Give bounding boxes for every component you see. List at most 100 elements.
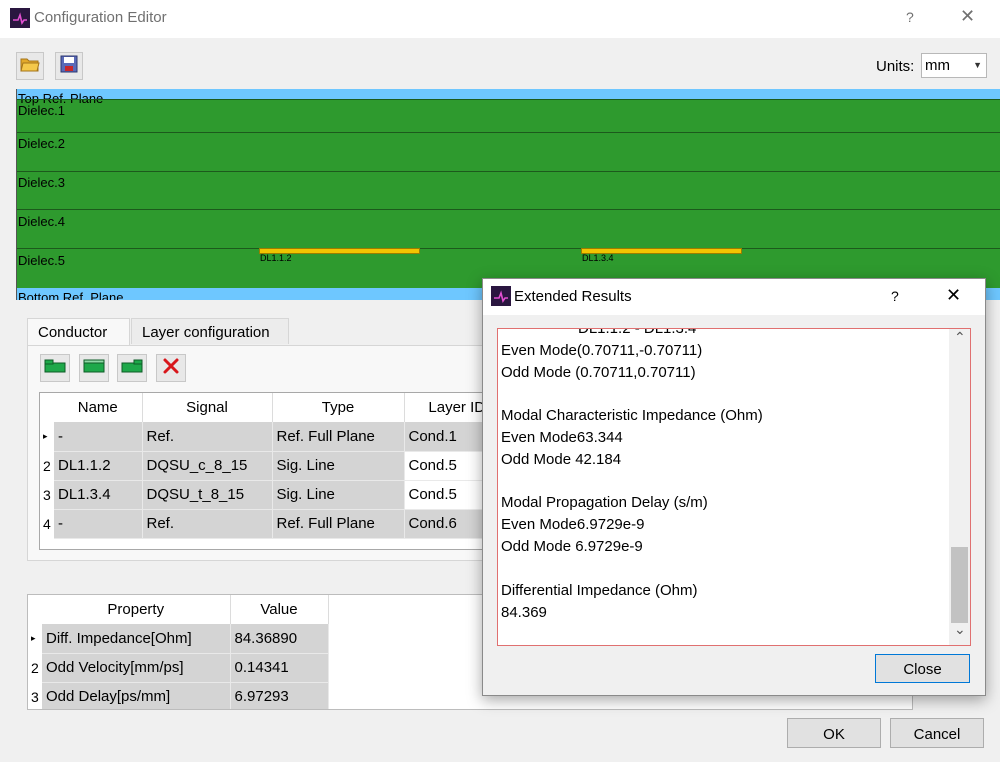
table-row[interactable]: ▸ Diff. Impedance[Ohm] 84.36890 [28, 624, 329, 654]
add-layer-icon [44, 359, 66, 378]
corner-header [28, 595, 42, 624]
result-line: Modal Characteristic Impedance (Ohm) [501, 407, 763, 424]
cell-value[interactable]: 6.97293 [230, 682, 329, 709]
table-row[interactable]: ▸ - Ref. Ref. Full Plane Cond.1 [40, 422, 508, 452]
cell-type[interactable]: Sig. Line [272, 480, 405, 510]
result-line: Odd Mode 42.184 [501, 451, 622, 468]
save-icon [60, 55, 78, 78]
vertical-scrollbar[interactable]: ⌃ ⌄ [949, 329, 970, 645]
cell-property[interactable]: Diff. Impedance[Ohm] [42, 624, 231, 654]
column-header-signal[interactable]: Signal [142, 393, 273, 422]
extended-results-dialog: Extended Results ? ✕ DL1.1.2 - DL1.3.4 E… [482, 278, 986, 696]
column-header-type[interactable]: Type [272, 393, 405, 422]
cell-property[interactable]: Odd Delay[ps/mm] [42, 682, 231, 709]
result-line: Even Mode63.344 [501, 429, 623, 446]
conductor-table: Name Signal Type Layer ID ▸ - Ref. Ref. … [39, 392, 509, 550]
layer-label-dielec-2: Dielec.2 [18, 136, 65, 151]
open-file-button[interactable] [16, 52, 44, 80]
result-line: Even Mode(0.70711,-0.70711) [501, 342, 703, 359]
row-marker: ▸ [40, 422, 54, 451]
column-header-property[interactable]: Property [42, 595, 231, 624]
folder-open-icon [20, 55, 40, 78]
table-row[interactable]: 2 Odd Velocity[mm/ps] 0.14341 [28, 653, 329, 683]
units-select[interactable]: mm ▼ [921, 53, 987, 78]
dialog-close-x-button[interactable]: ✕ [946, 285, 961, 306]
cell-property[interactable]: Odd Velocity[mm/ps] [42, 653, 231, 683]
cell-name[interactable]: DL1.1.2 [54, 451, 143, 481]
scroll-down-icon[interactable]: ⌄ [954, 621, 966, 638]
title-bar: Configuration Editor ? ✕ [0, 0, 1000, 38]
result-line-cut: DL1.1.2 - DL1.3.4 [578, 328, 697, 337]
result-line: 84.369 [501, 604, 547, 621]
cell-type[interactable]: Ref. Full Plane [272, 509, 405, 539]
cell-name[interactable]: - [54, 422, 143, 452]
results-text-area[interactable]: DL1.1.2 - DL1.3.4 Even Mode(0.70711,-0.7… [497, 328, 971, 646]
tab-conductor[interactable]: Conductor [27, 318, 130, 345]
layer-label-dielec-1: Dielec.1 [18, 103, 65, 118]
result-line: Odd Mode 6.9729e-9 [501, 538, 643, 555]
cell-signal[interactable]: DQSU_t_8_15 [142, 480, 273, 510]
corner-header [40, 393, 54, 422]
column-header-name[interactable]: Name [54, 393, 143, 422]
save-file-button[interactable] [55, 52, 83, 80]
delete-x-icon [162, 357, 180, 380]
cell-value[interactable]: 84.36890 [230, 624, 329, 654]
units-label: Units: [876, 58, 915, 75]
column-header-value[interactable]: Value [230, 595, 329, 624]
row-marker: 3 [40, 480, 54, 509]
cell-value[interactable]: 0.14341 [230, 653, 329, 683]
row-marker: 4 [40, 509, 54, 538]
row-marker: 2 [28, 653, 42, 682]
row-marker: 2 [40, 451, 54, 480]
window-title: Configuration Editor [34, 9, 167, 26]
trace-label-dl1-1-2: DL1.1.2 [260, 253, 292, 263]
dialog-close-button[interactable]: Close [875, 654, 970, 683]
layer-divider [17, 132, 1000, 133]
table-row[interactable]: 4 - Ref. Ref. Full Plane Cond.6 [40, 509, 508, 539]
layer-label-dielec-3: Dielec.3 [18, 175, 65, 190]
layer-label-dielec-5: Dielec.5 [18, 253, 65, 268]
tab-layer-configuration[interactable]: Layer configuration [131, 318, 289, 344]
units-value: mm [925, 57, 950, 74]
result-line: Differential Impedance (Ohm) [501, 582, 698, 599]
layer-divider [17, 171, 1000, 172]
window-close-button[interactable]: ✕ [960, 6, 975, 27]
top-ref-plane [17, 89, 1000, 99]
cell-signal[interactable]: Ref. [142, 422, 273, 452]
layer-label-dielec-4: Dielec.4 [18, 214, 65, 229]
delete-conductor-button[interactable] [156, 354, 186, 382]
cell-signal[interactable]: Ref. [142, 509, 273, 539]
help-button[interactable]: ? [906, 9, 914, 25]
chevron-down-icon: ▼ [973, 60, 982, 70]
insert-conductor-button[interactable] [117, 354, 147, 382]
ok-button[interactable]: OK [787, 718, 881, 748]
row-marker: ▸ [28, 624, 42, 653]
layer-divider [17, 248, 1000, 249]
result-line: Even Mode6.9729e-9 [501, 516, 645, 533]
cell-type[interactable]: Sig. Line [272, 451, 405, 481]
cell-name[interactable]: DL1.3.4 [54, 480, 143, 510]
app-icon [10, 8, 30, 28]
scroll-thumb[interactable] [951, 547, 968, 623]
table-row[interactable]: 2 DL1.1.2 DQSU_c_8_15 Sig. Line Cond.5 [40, 451, 508, 481]
scroll-up-icon[interactable]: ⌃ [954, 329, 966, 346]
cell-name[interactable]: - [54, 509, 143, 539]
table-row[interactable]: 3 Odd Delay[ps/mm] 6.97293 [28, 682, 329, 709]
dialog-title-bar: Extended Results ? ✕ [483, 279, 985, 315]
layer-divider [17, 209, 1000, 210]
table-row[interactable]: 3 DL1.3.4 DQSU_t_8_15 Sig. Line Cond.5 [40, 480, 508, 510]
layer-divider [17, 99, 1000, 100]
bottom-ref-plane-label: Bottom Ref. Plane [18, 290, 124, 300]
add-below-button[interactable] [79, 354, 109, 382]
add-layer-below-icon [83, 359, 105, 378]
dialog-title: Extended Results [514, 288, 632, 305]
cell-type[interactable]: Ref. Full Plane [272, 422, 405, 452]
dialog-help-button[interactable]: ? [891, 288, 899, 304]
cell-signal[interactable]: DQSU_c_8_15 [142, 451, 273, 481]
app-icon [491, 286, 511, 306]
add-conductor-button[interactable] [40, 354, 70, 382]
result-line: Odd Mode (0.70711,0.70711) [501, 364, 696, 381]
stackup-view[interactable]: Top Ref. Plane Dielec.1 Dielec.2 Dielec.… [16, 89, 1000, 300]
insert-layer-icon [121, 359, 143, 378]
cancel-button[interactable]: Cancel [890, 718, 984, 748]
